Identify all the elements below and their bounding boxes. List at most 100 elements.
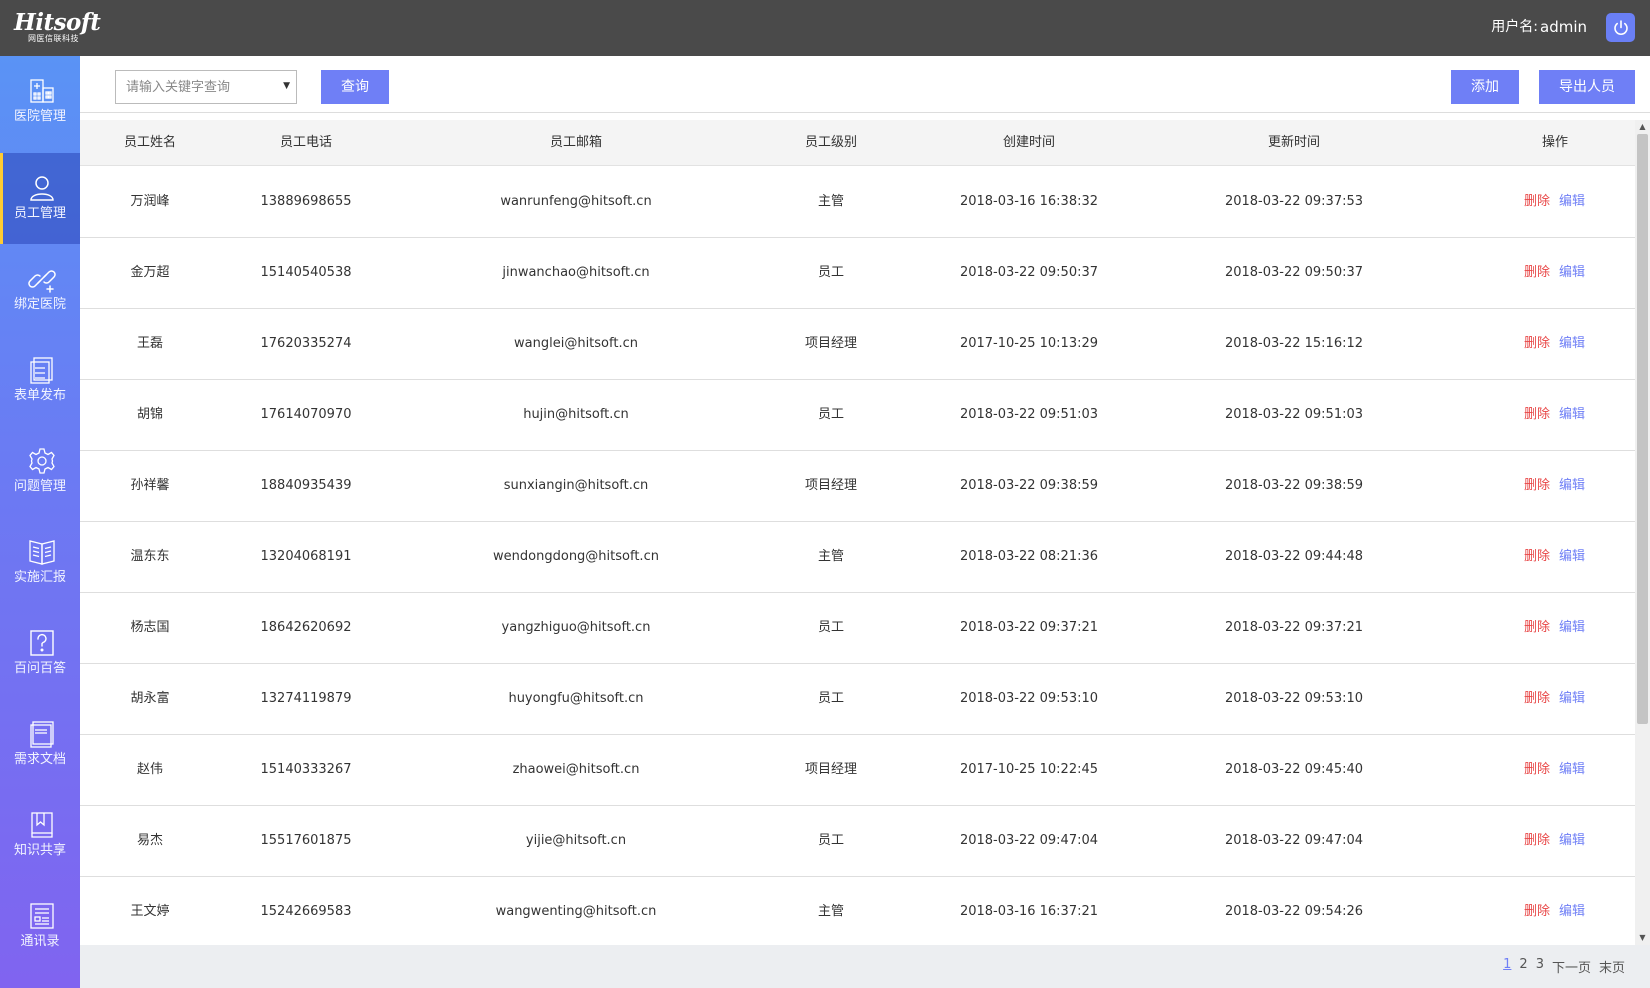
cell-name: 赵伟 — [136, 762, 163, 777]
delete-link[interactable]: 删除 — [1524, 451, 1550, 521]
delete-link[interactable]: 删除 — [1524, 238, 1550, 308]
edit-link[interactable]: 编辑 — [1559, 380, 1585, 450]
cell-updated: 2018-03-22 09:37:21 — [1224, 620, 1364, 635]
cell-email: wanrunfeng@hitsoft.cn — [500, 194, 652, 209]
cell-name: 胡锦 — [136, 407, 163, 422]
cell-name: 孙祥馨 — [130, 478, 170, 493]
sidebar-item-issue-management[interactable]: 问题管理 — [0, 426, 80, 517]
cell-name: 杨志国 — [130, 620, 170, 635]
logout-button[interactable] — [1606, 13, 1635, 42]
cell-phone: 13274119879 — [260, 691, 352, 706]
scroll-up-arrow-icon[interactable]: ▲ — [1635, 120, 1650, 134]
edit-link[interactable]: 编辑 — [1559, 522, 1585, 592]
cell-created: 2018-03-22 09:50:37 — [959, 265, 1099, 280]
page-link-1[interactable]: 1 — [1503, 957, 1511, 976]
cell-level: 员工 — [817, 620, 844, 635]
book-icon — [29, 540, 55, 565]
document-icon — [30, 721, 54, 748]
last-page-link[interactable]: 末页 — [1599, 957, 1625, 976]
edit-link[interactable]: 编辑 — [1559, 309, 1585, 379]
sidebar-item-faq[interactable]: 百问百答 — [0, 608, 80, 699]
edit-link[interactable]: 编辑 — [1559, 664, 1585, 734]
delete-link[interactable]: 删除 — [1524, 309, 1550, 379]
cell-created: 2018-03-22 09:47:04 — [959, 833, 1099, 848]
delete-link[interactable]: 删除 — [1524, 167, 1550, 237]
cell-name: 温东东 — [130, 549, 170, 564]
add-button[interactable]: 添加 — [1451, 70, 1519, 104]
cell-phone: 17614070970 — [260, 407, 352, 422]
cell-updated: 2018-03-22 15:16:12 — [1224, 336, 1364, 351]
person-icon — [30, 176, 54, 201]
toolbar: ▼ 查询 添加 导出人员 — [80, 56, 1650, 113]
cell-level: 员工 — [817, 833, 844, 848]
table-row: 金万超 15140540538 jinwanchao@hitsoft.cn 员工 201… — [80, 238, 1635, 309]
scroll-thumb[interactable] — [1637, 134, 1648, 724]
cell-phone: 15140540538 — [260, 265, 352, 280]
cell-email: wanglei@hitsoft.cn — [514, 336, 638, 351]
table-row: 赵伟 15140333267 zhaowei@hitsoft.cn 项目经理 2017-… — [80, 735, 1635, 806]
caret-down-icon[interactable]: ▼ — [283, 81, 290, 91]
cell-updated: 2018-03-22 09:37:53 — [1224, 194, 1364, 209]
next-page-link[interactable]: 下一页 — [1552, 957, 1591, 976]
column-header-updated: 更新时间 — [1267, 135, 1320, 150]
vertical-scrollbar[interactable]: ▲ ▼ — [1635, 120, 1650, 945]
page-link-3[interactable]: 3 — [1536, 957, 1544, 976]
delete-link[interactable]: 删除 — [1524, 522, 1550, 592]
edit-link[interactable]: 编辑 — [1559, 806, 1585, 876]
edit-link[interactable]: 编辑 — [1559, 877, 1585, 945]
cell-level: 项目经理 — [804, 336, 857, 351]
page-link-2[interactable]: 2 — [1519, 957, 1527, 976]
edit-link[interactable]: 编辑 — [1559, 735, 1585, 805]
pagination-bar: 1 2 3 下一页 末页 — [80, 945, 1650, 988]
link-icon — [28, 270, 56, 293]
delete-link[interactable]: 删除 — [1524, 806, 1550, 876]
delete-link[interactable]: 删除 — [1524, 380, 1550, 450]
scroll-down-arrow-icon[interactable]: ▼ — [1635, 931, 1650, 945]
sidebar-item-knowledge-sharing[interactable]: 知识共享 — [0, 790, 80, 881]
cell-email: yijie@hitsoft.cn — [525, 833, 627, 848]
cell-level: 主管 — [817, 549, 844, 564]
username: admin — [1540, 18, 1587, 36]
edit-link[interactable]: 编辑 — [1559, 167, 1585, 237]
sidebar-item-contacts[interactable]: 通讯录 — [0, 881, 80, 972]
column-header-actions: 操作 — [1541, 135, 1568, 150]
cell-name: 万润峰 — [130, 194, 170, 209]
sidebar: 医院管理 员工管理 绑定医院 表单发布 问题管理 实施汇报 百问百答 需求文档 … — [0, 56, 80, 988]
table-row: 胡锦 17614070970 hujin@hitsoft.cn 员工 2018-03-2… — [80, 380, 1635, 451]
cell-phone: 13204068191 — [260, 549, 352, 564]
sidebar-item-requirement-docs[interactable]: 需求文档 — [0, 699, 80, 790]
delete-link[interactable]: 删除 — [1524, 877, 1550, 945]
cell-updated: 2018-03-22 09:51:03 — [1224, 407, 1364, 422]
cell-updated: 2018-03-22 09:50:37 — [1224, 265, 1364, 280]
cell-phone: 15517601875 — [260, 833, 352, 848]
cell-created: 2018-03-22 09:51:03 — [959, 407, 1099, 422]
cell-created: 2018-03-22 08:21:36 — [959, 549, 1099, 564]
cell-email: jinwanchao@hitsoft.cn — [502, 265, 650, 280]
cell-updated: 2018-03-22 09:44:48 — [1224, 549, 1364, 564]
edit-link[interactable]: 编辑 — [1559, 593, 1585, 663]
edit-link[interactable]: 编辑 — [1559, 451, 1585, 521]
cell-name: 金万超 — [130, 265, 170, 280]
table-row: 温东东 13204068191 wendongdong@hitsoft.cn 主管 20… — [80, 522, 1635, 593]
export-staff-button[interactable]: 导出人员 — [1539, 70, 1635, 104]
edit-link[interactable]: 编辑 — [1559, 238, 1585, 308]
sidebar-item-staff-management[interactable]: 员工管理 — [0, 153, 80, 244]
column-header-level: 员工级别 — [804, 135, 857, 150]
column-header-name: 员工姓名 — [123, 135, 176, 150]
column-header-created: 创建时间 — [1002, 135, 1055, 150]
table-row: 孙祥馨 18840935439 sunxiangin@hitsoft.cn 项目经理 2… — [80, 451, 1635, 522]
delete-link[interactable]: 删除 — [1524, 664, 1550, 734]
search-button[interactable]: 查询 — [321, 70, 389, 104]
search-select[interactable]: ▼ — [115, 70, 297, 104]
hospital-icon — [30, 79, 54, 103]
sidebar-item-form-publish[interactable]: 表单发布 — [0, 335, 80, 426]
sidebar-item-implementation-report[interactable]: 实施汇报 — [0, 517, 80, 608]
sidebar-item-hospital-management[interactable]: 医院管理 — [0, 56, 80, 147]
sidebar-item-bind-hospital[interactable]: 绑定医院 — [0, 244, 80, 335]
cell-name: 王文婷 — [130, 904, 170, 919]
delete-link[interactable]: 删除 — [1524, 593, 1550, 663]
search-input[interactable] — [116, 71, 266, 103]
delete-link[interactable]: 删除 — [1524, 735, 1550, 805]
sidebar-item-label: 实施汇报 — [13, 570, 66, 585]
gear-icon — [29, 448, 55, 474]
